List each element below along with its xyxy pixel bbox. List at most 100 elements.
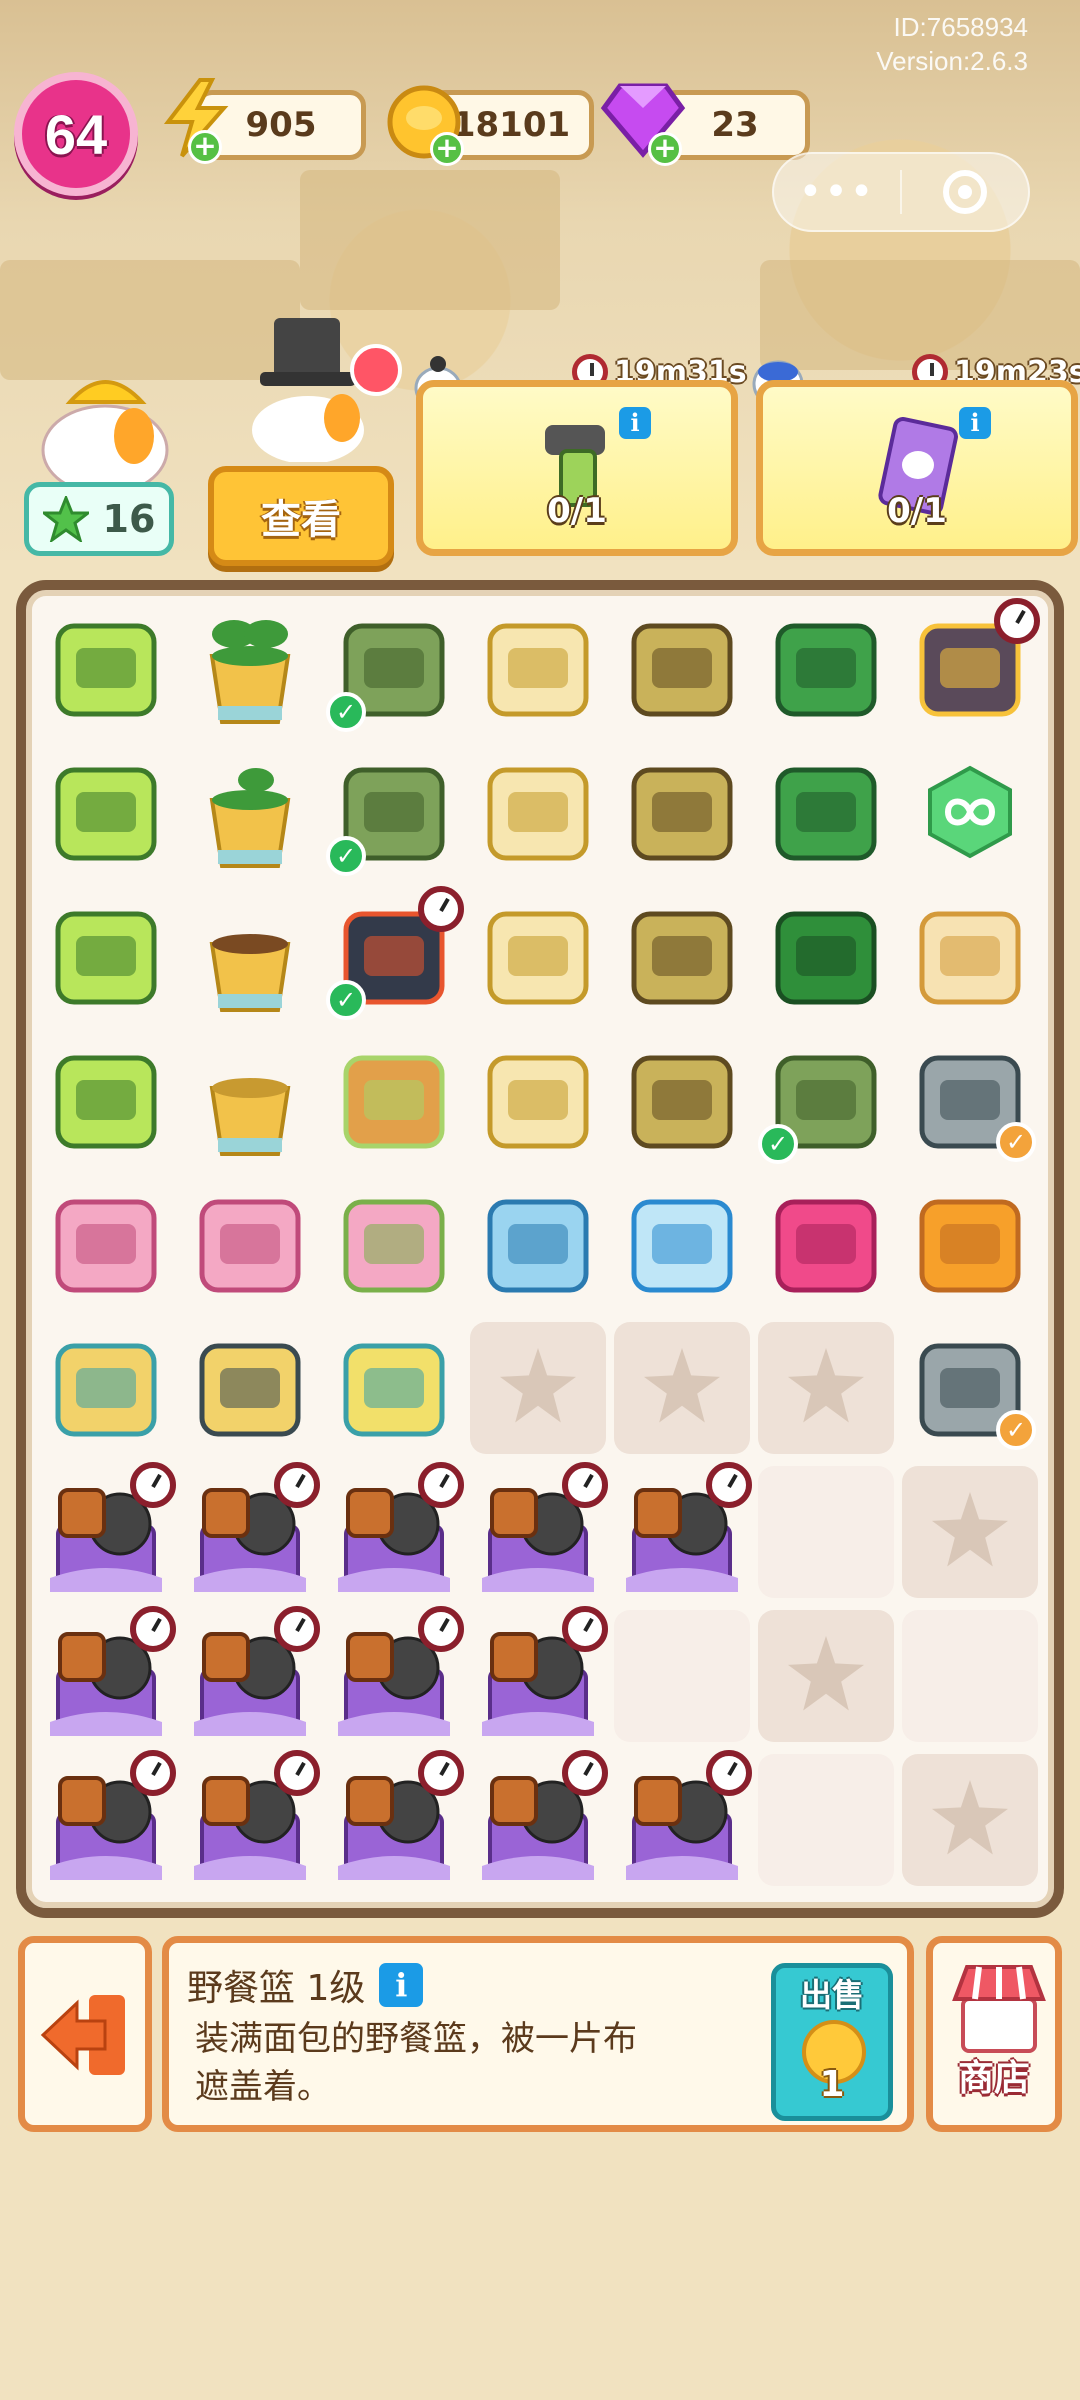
board-item-cell[interactable] xyxy=(326,1750,464,1886)
empty-pot-icon xyxy=(209,1078,291,1156)
board-cell[interactable] xyxy=(758,1754,894,1886)
board-item-cell[interactable] xyxy=(182,1606,320,1742)
empty-cell[interactable] xyxy=(470,1322,606,1454)
board-item-cell[interactable] xyxy=(614,890,750,1022)
add-energy-icon[interactable]: + xyxy=(188,130,222,164)
board-item-cell[interactable] xyxy=(326,1322,462,1454)
board-item-cell[interactable] xyxy=(326,1606,464,1742)
board-item-cell[interactable] xyxy=(326,1462,464,1598)
board-item-cell[interactable] xyxy=(326,1034,462,1166)
check-icon: ✓ xyxy=(996,1410,1036,1450)
timer-clock-icon xyxy=(418,1750,464,1796)
basket-dumbbell-icon xyxy=(343,1343,445,1437)
add-gem-icon[interactable]: + xyxy=(648,132,682,166)
sell-button[interactable]: 出售 1 xyxy=(771,1963,893,2121)
board-item-cell[interactable] xyxy=(38,1462,176,1598)
energy-value: 905 xyxy=(245,105,317,145)
board-item-cell[interactable] xyxy=(182,1750,320,1886)
board-item-cell[interactable] xyxy=(902,890,1038,1022)
board-item-cell[interactable] xyxy=(758,746,894,878)
water-dispenser-icon xyxy=(487,1199,589,1293)
board-item-cell[interactable] xyxy=(470,1178,606,1310)
board-item-cell[interactable]: ✓ xyxy=(326,886,464,1022)
star-count: 16 xyxy=(102,497,156,541)
board-item-cell[interactable] xyxy=(182,746,318,878)
level-badge[interactable]: 64 xyxy=(14,72,138,196)
star-counter[interactable]: 16 xyxy=(24,482,174,556)
more-options-icon[interactable]: ••• xyxy=(774,172,900,212)
board-cell[interactable] xyxy=(614,1610,750,1742)
cabinet-icon xyxy=(631,911,733,1005)
laptop-icon xyxy=(55,911,157,1005)
board-item-cell[interactable] xyxy=(38,1178,174,1310)
star-placeholder-icon xyxy=(932,1780,1008,1855)
view-button[interactable]: 查看 xyxy=(208,466,394,566)
check-icon: ✓ xyxy=(326,980,366,1020)
board-item-cell[interactable] xyxy=(182,602,318,734)
empty-cell[interactable] xyxy=(902,1754,1038,1886)
order-card-2[interactable]: i 0/1 xyxy=(756,380,1078,556)
board-item-cell[interactable]: ✓ xyxy=(902,1322,1038,1454)
board-item-cell[interactable] xyxy=(326,1178,462,1310)
board-item-cell[interactable] xyxy=(758,890,894,1022)
board-item-cell[interactable] xyxy=(758,602,894,734)
board-item-cell[interactable] xyxy=(182,1034,318,1166)
close-miniprogram-icon[interactable] xyxy=(902,170,1028,214)
board-item-cell[interactable] xyxy=(614,602,750,734)
order-progress-1: 0/1 xyxy=(547,491,607,531)
board-item-cell[interactable]: ✓ xyxy=(326,746,462,878)
board-item-cell[interactable] xyxy=(614,1750,752,1886)
board-item-cell[interactable] xyxy=(614,746,750,878)
board-item-cell[interactable] xyxy=(902,598,1040,734)
board-item-cell[interactable] xyxy=(182,1322,318,1454)
empty-cell[interactable] xyxy=(758,1322,894,1454)
board-item-cell[interactable]: ✓ xyxy=(758,1034,894,1166)
info-icon[interactable]: i xyxy=(619,407,651,439)
empty-cell[interactable] xyxy=(758,1610,894,1742)
board-item-cell[interactable] xyxy=(38,1606,176,1742)
board-cell[interactable] xyxy=(758,1466,894,1598)
item-info-icon[interactable]: i xyxy=(379,1963,424,2007)
board-item-cell[interactable] xyxy=(38,1322,174,1454)
board-item-cell[interactable] xyxy=(38,602,174,734)
board-item-cell[interactable]: ✓ xyxy=(902,1034,1038,1166)
board-item-cell[interactable] xyxy=(470,746,606,878)
board-item-cell[interactable] xyxy=(470,1034,606,1166)
order-card-1[interactable]: i 0/1 xyxy=(416,380,738,556)
add-coin-icon[interactable]: + xyxy=(430,132,464,166)
board-item-cell[interactable] xyxy=(470,890,606,1022)
cabinet-icon xyxy=(631,623,733,717)
plant-pot-icon xyxy=(209,620,291,724)
shop-button[interactable]: 商店 xyxy=(926,1936,1062,2132)
board-item-cell[interactable] xyxy=(614,1034,750,1166)
board-item-cell[interactable] xyxy=(614,1462,752,1598)
board-item-cell[interactable] xyxy=(38,746,174,878)
board-item-cell[interactable] xyxy=(182,1462,320,1598)
board-item-cell[interactable] xyxy=(902,746,1038,878)
info-icon[interactable]: i xyxy=(959,407,991,439)
board-item-cell[interactable] xyxy=(182,890,318,1022)
board-item-cell[interactable]: ✓ xyxy=(326,602,462,734)
board-item-cell[interactable] xyxy=(614,1178,750,1310)
board-item-cell[interactable] xyxy=(470,1462,608,1598)
duck-cart-icon xyxy=(487,1055,589,1149)
build-info: ID:7658934 Version:2.6.3 xyxy=(876,10,1028,78)
empty-cell[interactable] xyxy=(614,1322,750,1454)
board-item-cell[interactable] xyxy=(38,890,174,1022)
board-item-cell[interactable] xyxy=(758,1178,894,1310)
board-item-cell[interactable] xyxy=(470,1750,608,1886)
board-item-cell[interactable] xyxy=(470,602,606,734)
star-placeholder-icon xyxy=(788,1636,864,1711)
board-item-cell[interactable] xyxy=(902,1178,1038,1310)
board-item-cell[interactable] xyxy=(182,1178,318,1310)
board-item-cell[interactable] xyxy=(38,1034,174,1166)
board-cell[interactable] xyxy=(902,1610,1038,1742)
board-item-cell[interactable] xyxy=(470,1606,608,1742)
empty-cell[interactable] xyxy=(902,1466,1038,1598)
cabinet-icon xyxy=(631,767,733,861)
duck-cart-icon xyxy=(487,767,589,861)
board-item-cell[interactable] xyxy=(38,1750,176,1886)
bread-loaf-icon xyxy=(919,911,1021,1005)
exit-button[interactable] xyxy=(18,1936,152,2132)
pink-fridge-open-icon xyxy=(343,1199,445,1293)
